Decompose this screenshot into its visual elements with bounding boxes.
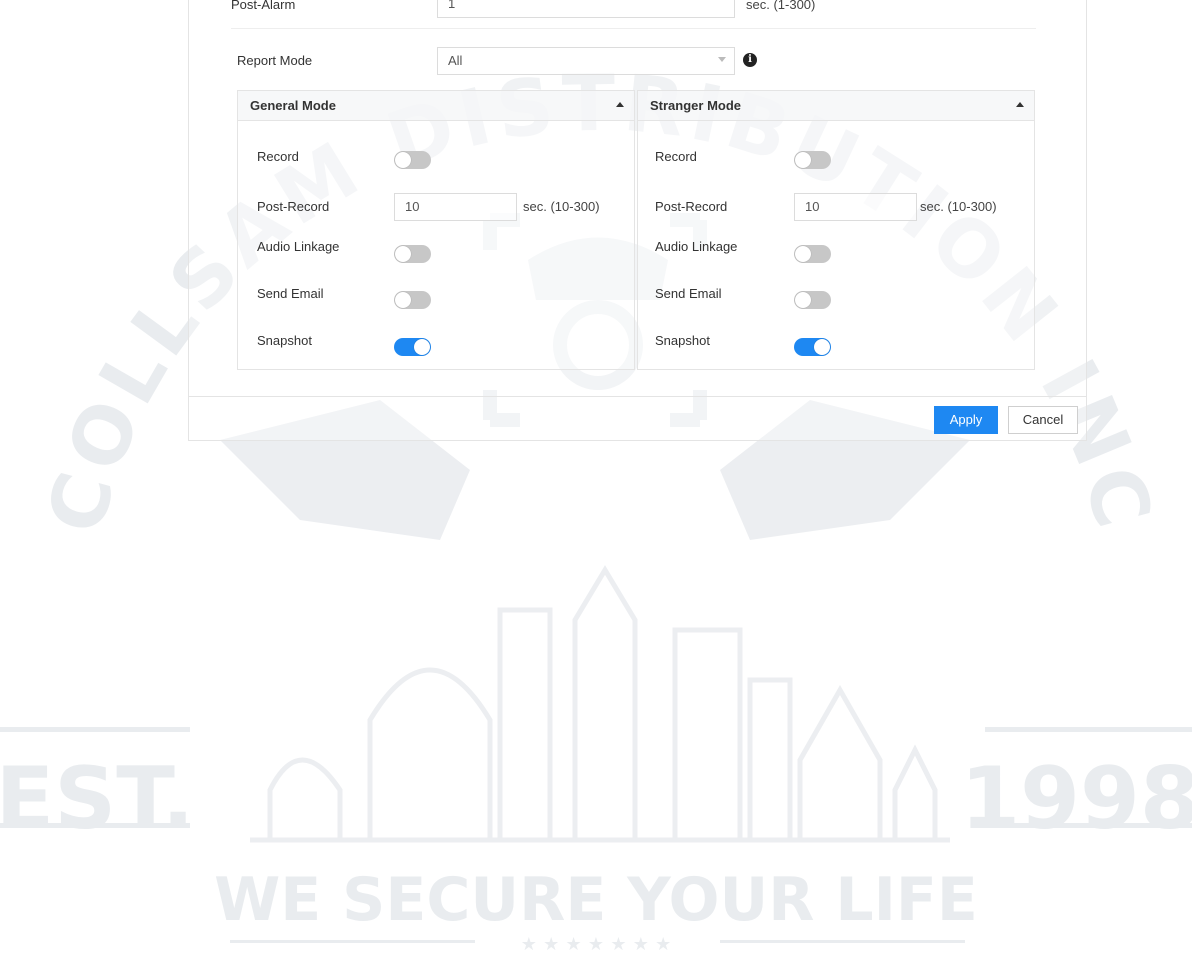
record-toggle[interactable] [794,151,831,169]
post-record-input[interactable]: 10 [394,193,517,221]
audio-linkage-toggle[interactable] [794,245,831,263]
post-record-hint: sec. (10-300) [920,199,997,214]
stranger-mode-section: Stranger Mode Record Post-Record 10 sec.… [637,90,1035,370]
post-record-label: Post-Record [655,199,728,214]
chevron-down-icon [718,57,726,62]
record-label: Record [257,149,299,164]
snapshot-label: Snapshot [655,333,710,348]
send-email-label: Send Email [257,286,324,301]
report-mode-select[interactable]: All [437,47,735,75]
snapshot-label: Snapshot [257,333,312,348]
post-alarm-input[interactable]: 1 [437,0,735,18]
row-divider [231,28,1036,29]
cancel-button[interactable]: Cancel [1008,406,1078,434]
info-icon[interactable]: i [743,53,757,67]
skyline-icon [250,565,950,843]
post-record-label: Post-Record [257,199,330,214]
general-mode-title: General Mode [250,98,336,113]
send-email-toggle[interactable] [394,291,431,309]
snapshot-toggle[interactable] [394,338,431,356]
snapshot-toggle[interactable] [794,338,831,356]
post-alarm-hint: sec. (1-300) [746,0,816,12]
report-mode-label: Report Mode [237,53,313,68]
send-email-toggle[interactable] [794,291,831,309]
post-record-hint: sec. (10-300) [523,199,600,214]
chevron-up-icon[interactable] [616,102,624,107]
post-alarm-label: Post-Alarm [231,0,296,12]
alarm-settings-panel: Post-Alarm 1 sec. (1-300) Report Mode Al… [188,0,1087,441]
audio-linkage-label: Audio Linkage [257,239,340,254]
watermark-slogan: WE SECURE YOUR LIFE [214,865,978,935]
record-toggle[interactable] [394,151,431,169]
general-mode-header[interactable]: General Mode [238,91,634,121]
post-record-input[interactable]: 10 [794,193,917,221]
send-email-label: Send Email [655,286,722,301]
stranger-mode-header[interactable]: Stranger Mode [638,91,1034,121]
record-label: Record [655,149,697,164]
audio-linkage-label: Audio Linkage [655,239,738,254]
watermark-year: 1998 [960,749,1192,849]
general-mode-section: General Mode Record Post-Record 10 sec. … [237,90,635,370]
apply-button[interactable]: Apply [934,406,998,434]
report-mode-value: All [448,53,463,68]
stranger-mode-title: Stranger Mode [650,98,742,113]
watermark-est: EST. [0,749,194,849]
chevron-up-icon[interactable] [1016,102,1024,107]
watermark-stars: ★ ★ ★ ★ ★ ★ ★ [521,934,672,955]
audio-linkage-toggle[interactable] [394,245,431,263]
footer-divider [189,396,1086,397]
